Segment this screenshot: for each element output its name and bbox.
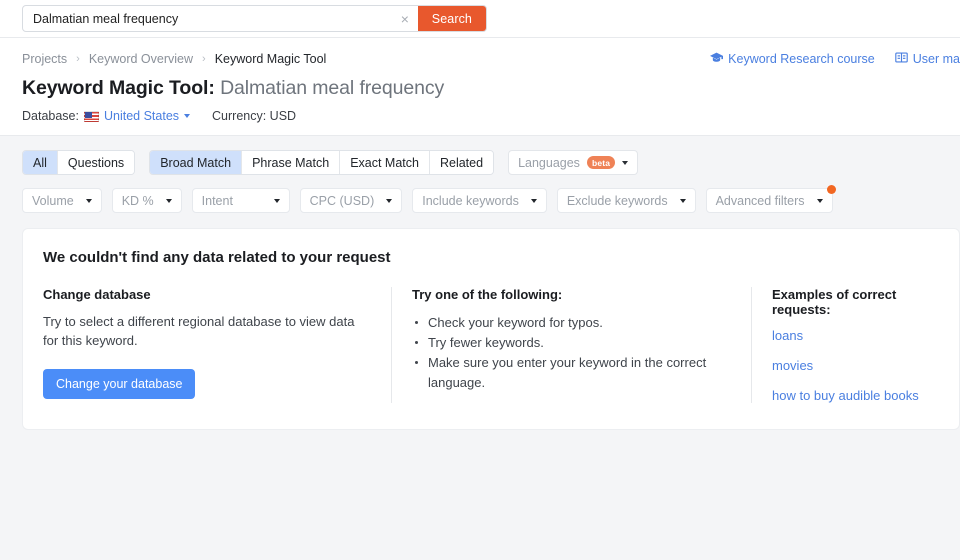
chevron-down-icon — [86, 199, 92, 203]
empty-state-columns: Change database Try to select a differen… — [23, 287, 959, 403]
user-manual-link[interactable]: User ma — [895, 51, 960, 67]
filter-kd[interactable]: KD % — [112, 188, 182, 213]
chevron-down-icon[interactable] — [622, 161, 628, 165]
keyword-research-course-label: Keyword Research course — [728, 52, 875, 66]
page-title-prefix: Keyword Magic Tool: — [22, 77, 215, 99]
list-item: Check your keyword for typos. — [412, 313, 731, 333]
filter-exclude-keywords-label: Exclude keywords — [567, 194, 668, 208]
search-input[interactable] — [23, 6, 392, 31]
tab-row: All Questions Broad Match Phrase Match E… — [22, 150, 938, 175]
filter-include-keywords[interactable]: Include keywords — [412, 188, 547, 213]
filter-kd-label: KD % — [122, 194, 154, 208]
chevron-down-icon — [166, 199, 172, 203]
currency-label: Currency: USD — [212, 109, 296, 123]
filter-intent[interactable]: Intent — [192, 188, 290, 213]
change-database-text: Try to select a different regional datab… — [43, 313, 371, 351]
header-meta-row: Database: United States Currency: USD — [22, 109, 938, 123]
match-type-tab-group: Broad Match Phrase Match Exact Match Rel… — [149, 150, 494, 175]
tab-exact-match[interactable]: Exact Match — [340, 151, 430, 174]
breadcrumb-item-keyword-overview[interactable]: Keyword Overview — [89, 52, 193, 66]
chevron-down-icon[interactable] — [184, 114, 190, 118]
breadcrumb-separator-icon: › — [202, 53, 206, 65]
languages-label: Languages — [518, 156, 580, 170]
chevron-down-icon — [680, 199, 686, 203]
page-header: Projects › Keyword Overview › Keyword Ma… — [0, 38, 960, 136]
breadcrumb-item-projects[interactable]: Projects — [22, 52, 67, 66]
page-title-keyword: Dalmatian meal frequency — [220, 77, 444, 99]
list-item: Make sure you enter your keyword in the … — [412, 353, 731, 393]
filter-advanced[interactable]: Advanced filters — [706, 188, 833, 213]
beta-badge: beta — [587, 156, 615, 169]
tab-questions[interactable]: Questions — [58, 151, 134, 174]
chevron-down-icon — [531, 199, 537, 203]
filter-cpc[interactable]: CPC (USD) — [300, 188, 403, 213]
list-item: Try fewer keywords. — [412, 333, 731, 353]
tab-broad-match[interactable]: Broad Match — [150, 151, 242, 174]
tab-related[interactable]: Related — [430, 151, 493, 174]
filter-exclude-keywords[interactable]: Exclude keywords — [557, 188, 696, 213]
page-title: Keyword Magic Tool: Dalmatian meal frequ… — [22, 77, 938, 100]
suggestions-column: Try one of the following: Check your key… — [391, 287, 751, 403]
languages-dropdown[interactable]: Languages beta — [508, 150, 638, 175]
filter-volume[interactable]: Volume — [22, 188, 102, 213]
clear-search-icon[interactable]: × — [392, 6, 418, 31]
book-icon — [895, 51, 908, 67]
filter-row: Volume KD % Intent CPC (USD) Include key… — [22, 188, 938, 213]
filter-include-keywords-label: Include keywords — [422, 194, 519, 208]
examples-heading: Examples of correct requests: — [772, 287, 939, 317]
change-database-heading: Change database — [43, 287, 371, 302]
keyword-type-tab-group: All Questions — [22, 150, 135, 175]
empty-state-title: We couldn't find any data related to you… — [23, 249, 959, 266]
change-database-column: Change database Try to select a differen… — [23, 287, 391, 403]
example-link-loans[interactable]: loans — [772, 328, 939, 343]
filter-volume-label: Volume — [32, 194, 74, 208]
example-link-movies[interactable]: movies — [772, 358, 939, 373]
top-search-bar: × Search — [0, 0, 960, 38]
database-label: Database: — [22, 109, 79, 123]
chevron-down-icon — [386, 199, 392, 203]
chevron-down-icon — [274, 199, 280, 203]
breadcrumb-item-keyword-magic-tool: Keyword Magic Tool — [215, 52, 327, 66]
us-flag-icon — [84, 111, 99, 122]
suggestions-heading: Try one of the following: — [412, 287, 731, 302]
tab-all[interactable]: All — [23, 151, 58, 174]
filter-advanced-label: Advanced filters — [716, 194, 805, 208]
chevron-down-icon — [817, 199, 823, 203]
search-button[interactable]: Search — [418, 6, 486, 31]
database-value[interactable]: United States — [104, 109, 179, 123]
database-selector[interactable]: Database: United States — [22, 109, 190, 123]
graduation-cap-icon — [710, 51, 723, 67]
tab-phrase-match[interactable]: Phrase Match — [242, 151, 340, 174]
advanced-filters-badge-dot — [827, 185, 836, 194]
empty-state-card: We couldn't find any data related to you… — [22, 228, 960, 430]
filter-cpc-label: CPC (USD) — [310, 194, 375, 208]
header-utility-links: Keyword Research course User ma — [710, 51, 960, 67]
breadcrumb-separator-icon: › — [76, 53, 80, 65]
filter-intent-label: Intent — [202, 194, 233, 208]
filters-toolbar: All Questions Broad Match Phrase Match E… — [0, 136, 960, 213]
examples-column: Examples of correct requests: loans movi… — [751, 287, 959, 403]
change-your-database-button[interactable]: Change your database — [43, 369, 195, 399]
suggestions-list: Check your keyword for typos. Try fewer … — [412, 313, 731, 394]
keyword-research-course-link[interactable]: Keyword Research course — [710, 51, 875, 67]
search-box[interactable]: × Search — [22, 5, 487, 32]
example-link-audible-books[interactable]: how to buy audible books — [772, 388, 939, 403]
user-manual-label: User ma — [913, 52, 960, 66]
